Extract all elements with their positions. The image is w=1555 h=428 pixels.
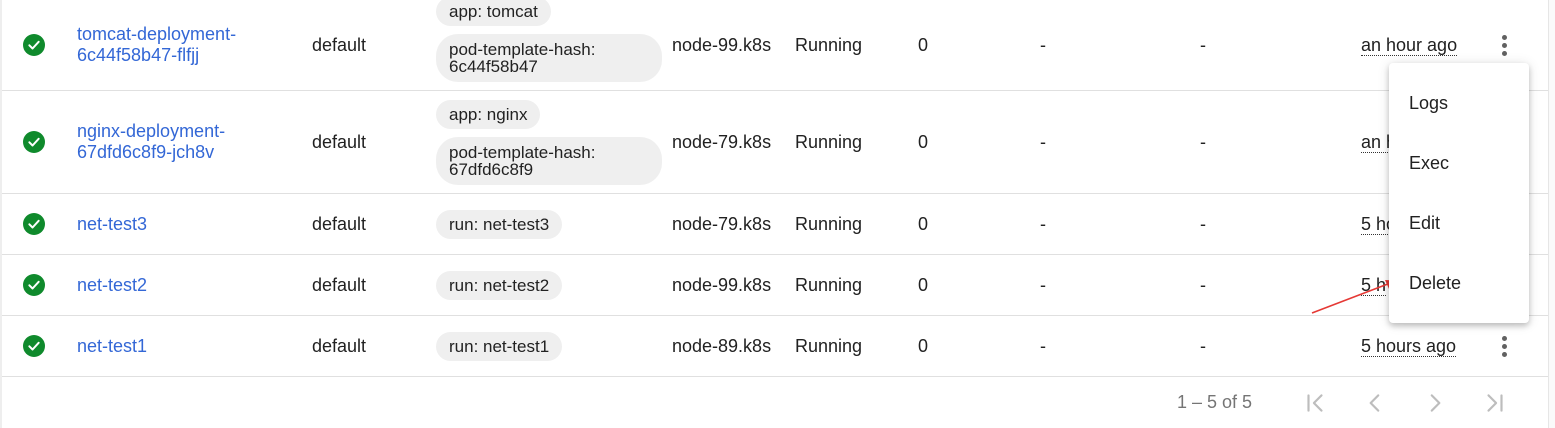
label-chip: run: net-test3 [436, 209, 563, 239]
label-chip: app: nginx [436, 99, 541, 129]
check-circle-icon [23, 131, 45, 153]
status-cell [23, 91, 45, 193]
label-chip: pod-template-hash: 6c44f58b47 [436, 34, 662, 82]
status-cell [23, 194, 45, 254]
memory-cell: - [1200, 34, 1206, 55]
memory-cell: - [1200, 335, 1206, 356]
age-text: 5 hours ago [1361, 335, 1457, 357]
node-cell: node-79.k8s [672, 213, 772, 234]
phase-cell: Running [795, 274, 863, 295]
label-chip: pod-template-hash: 67dfd6c8f9 [436, 136, 662, 185]
status-cell [23, 255, 45, 315]
check-circle-icon [23, 274, 45, 296]
phase-cell: Running [795, 335, 863, 356]
last-page-icon[interactable] [1480, 388, 1510, 418]
pod-name-cell: net-test3 [77, 194, 147, 254]
phase-cell: Running [795, 131, 863, 152]
check-circle-icon [23, 335, 45, 357]
cpu-cell: - [1040, 274, 1046, 295]
labels-cell: app: tomcat pod-template-hash: 6c44f58b4… [436, 0, 662, 91]
pod-name-link[interactable]: net-test2 [77, 275, 147, 296]
age-text: an hour ago [1361, 34, 1458, 56]
cpu-cell: - [1040, 131, 1046, 152]
menu-item-delete[interactable]: Delete [1389, 253, 1529, 313]
labels-cell: run: net-test3 [436, 194, 563, 254]
restarts-cell: 0 [918, 34, 929, 55]
table-row: tomcat-deployment- 6c44f58b47-flfjj defa… [2, 0, 1548, 91]
chevron-right-icon[interactable] [1420, 388, 1450, 418]
more-vert-icon[interactable] [1492, 33, 1516, 57]
table-row: net-test1 default run: net-test1 node-89… [2, 316, 1548, 377]
menu-item-logs[interactable]: Logs [1389, 73, 1529, 133]
labels-cell: app: nginx pod-template-hash: 67dfd6c8f9 [436, 91, 662, 193]
restarts-cell: 0 [918, 274, 929, 295]
memory-cell: - [1200, 131, 1206, 152]
cpu-cell: - [1040, 34, 1046, 55]
status-cell [23, 0, 45, 90]
namespace-cell: default [312, 34, 367, 55]
first-page-icon[interactable] [1300, 388, 1330, 418]
status-cell [23, 316, 45, 376]
restarts-cell: 0 [918, 335, 929, 356]
pod-name-cell: net-test2 [77, 255, 147, 315]
actions-cell [1492, 316, 1516, 376]
pod-name-link[interactable]: net-test1 [77, 336, 147, 357]
phase-cell: Running [795, 213, 863, 234]
menu-item-edit[interactable]: Edit [1389, 193, 1529, 253]
pod-name-link[interactable]: tomcat-deployment- 6c44f58b47-flfjj [77, 24, 236, 66]
namespace-cell: default [312, 213, 367, 234]
pod-name-line-1: nginx-deployment- [77, 121, 226, 141]
cpu-cell: - [1040, 335, 1046, 356]
scrollbar[interactable] [1548, 0, 1555, 428]
pod-name-line-2: 67dfd6c8f9-jch8v [77, 142, 215, 162]
restarts-cell: 0 [918, 213, 929, 234]
label-chip: app: tomcat [436, 0, 551, 26]
context-menu: Logs Exec Edit Delete [1389, 63, 1529, 323]
table-row: nginx-deployment- 67dfd6c8f9-jch8v defau… [2, 91, 1548, 194]
cpu-cell: - [1040, 213, 1046, 234]
memory-cell: - [1200, 274, 1206, 295]
node-cell: node-89.k8s [672, 335, 772, 356]
labels-cell: run: net-test2 [436, 255, 563, 315]
pod-name-cell: nginx-deployment- 67dfd6c8f9-jch8v [77, 91, 225, 193]
more-vert-icon[interactable] [1492, 334, 1516, 358]
pagination-bar: 1 – 5 of 5 [2, 378, 1548, 428]
pagination-range: 1 – 5 of 5 [1177, 392, 1253, 412]
check-circle-icon [23, 34, 45, 56]
node-cell: node-99.k8s [672, 34, 772, 55]
node-cell: node-99.k8s [672, 274, 772, 295]
check-circle-icon [23, 213, 45, 235]
node-cell: node-79.k8s [672, 131, 772, 152]
pod-name-cell: tomcat-deployment- 6c44f58b47-flfjj [77, 0, 236, 90]
pod-name-link[interactable]: net-test3 [77, 214, 147, 235]
menu-item-exec[interactable]: Exec [1389, 133, 1529, 193]
pod-name-line-2: 6c44f58b47-flfjj [77, 45, 200, 65]
namespace-cell: default [312, 274, 367, 295]
label-chip: run: net-test2 [436, 270, 563, 300]
chevron-left-icon[interactable] [1360, 388, 1390, 418]
namespace-cell: default [312, 131, 367, 152]
namespace-cell: default [312, 335, 367, 356]
pods-table: tomcat-deployment- 6c44f58b47-flfjj defa… [0, 0, 1555, 428]
pod-name-cell: net-test1 [77, 316, 147, 376]
phase-cell: Running [795, 34, 863, 55]
restarts-cell: 0 [918, 131, 929, 152]
labels-cell: run: net-test1 [436, 316, 563, 376]
pod-name-line-1: tomcat-deployment- [77, 24, 237, 44]
label-chip: run: net-test1 [436, 331, 563, 361]
table-row: net-test3 default run: net-test3 node-79… [2, 194, 1548, 255]
pod-name-link[interactable]: nginx-deployment- 67dfd6c8f9-jch8v [77, 121, 225, 163]
memory-cell: - [1200, 213, 1206, 234]
age-cell: 5 hours ago [1361, 316, 1457, 376]
